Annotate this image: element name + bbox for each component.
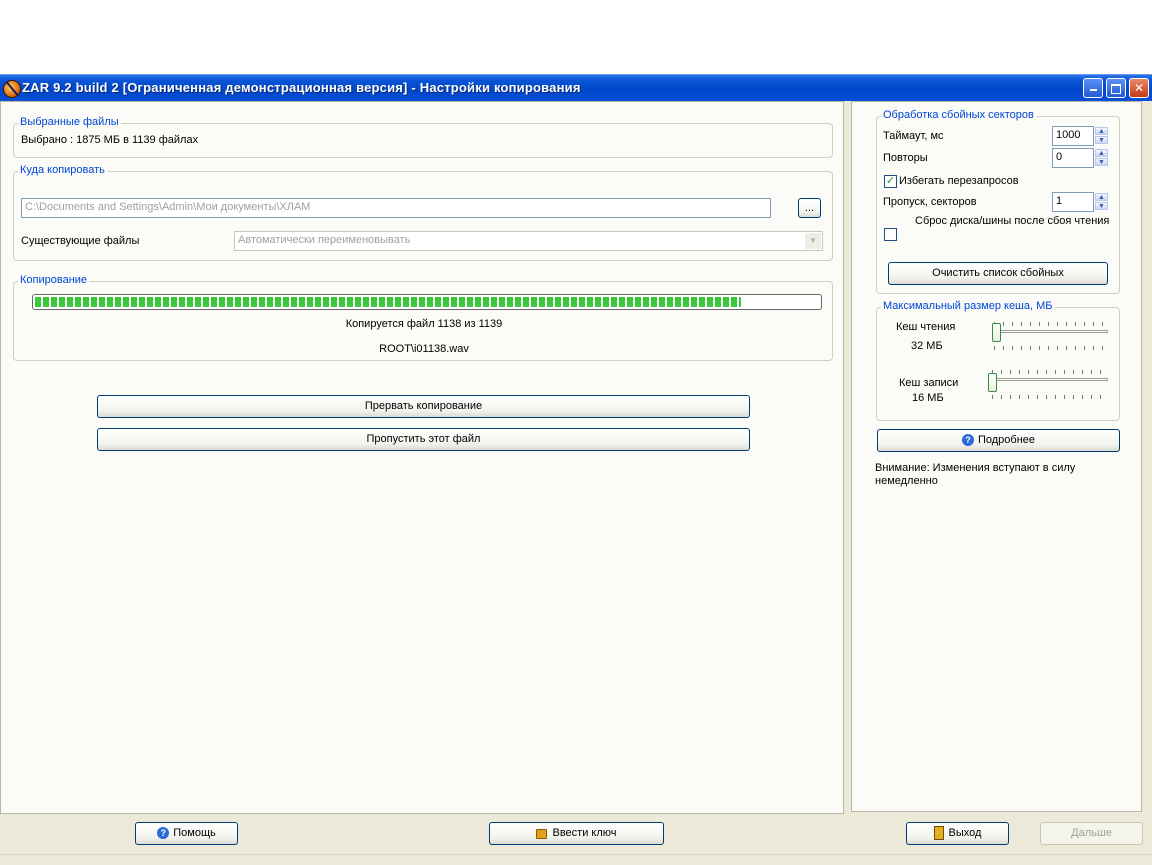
bad-sectors-group: Обработка сбойных секторов Таймаут, мс 1… xyxy=(876,109,1120,294)
restore-button[interactable] xyxy=(1106,78,1126,98)
spin-down-icon[interactable]: ▼ xyxy=(1095,136,1108,144)
retries-label: Повторы xyxy=(883,152,928,164)
clear-bad-list-button[interactable]: Очистить список сбойных xyxy=(888,262,1108,285)
copy-progress-fill xyxy=(35,297,741,307)
existing-files-label: Существующие файлы xyxy=(21,235,140,247)
exit-door-icon xyxy=(933,826,944,841)
write-cache-slider[interactable] xyxy=(988,373,997,392)
enter-key-button[interactable]: Ввести ключ xyxy=(489,822,664,845)
help-icon: ? xyxy=(961,434,974,447)
read-cache-ticks-bottom xyxy=(994,346,1110,350)
reset-bus-checkbox[interactable] xyxy=(884,228,897,241)
skip-sectors-label: Пропуск, секторов xyxy=(883,196,977,208)
reset-bus-label: Сброс диска/шины после сбоя чтения xyxy=(915,215,1110,227)
browse-button[interactable]: ... xyxy=(798,198,821,218)
read-cache-track xyxy=(992,330,1108,333)
right-panel: Обработка сбойных секторов Таймаут, мс 1… xyxy=(851,101,1142,812)
avoid-rerequests-label: Избегать перезапросов xyxy=(899,175,1019,187)
bad-sectors-group-label: Обработка сбойных секторов xyxy=(881,109,1036,121)
more-info-label: Подробнее xyxy=(977,434,1036,446)
read-cache-ticks-top xyxy=(994,322,1110,326)
skip-sectors-spinner[interactable]: ▲ ▼ xyxy=(1095,193,1108,211)
exit-label: Выход xyxy=(948,827,982,839)
spin-down-icon[interactable]: ▼ xyxy=(1095,202,1108,210)
client-area: Выбранные файлы Выбрано : 1875 МБ в 1139… xyxy=(0,101,1152,865)
notice-text: Внимание: Изменения вступают в силу неме… xyxy=(875,462,1076,487)
timeout-input[interactable]: 1000 xyxy=(1052,126,1094,146)
exit-button[interactable]: Выход xyxy=(906,822,1009,845)
read-cache-label: Кеш чтения xyxy=(896,321,956,333)
help-icon: ? xyxy=(157,827,170,840)
write-cache-label: Кеш записи xyxy=(899,377,959,389)
existing-files-select[interactable]: Автоматически переименовывать ▼ xyxy=(234,231,823,251)
help-button[interactable]: ? Помощь xyxy=(135,822,238,845)
cache-group: Максимальный размер кеша, МБ Кеш чтения … xyxy=(876,300,1120,421)
write-cache-track xyxy=(990,378,1108,381)
minimize-icon xyxy=(1089,89,1097,91)
spin-down-icon[interactable]: ▼ xyxy=(1095,158,1108,166)
window-title: ZAR 9.2 build 2 [Ограниченная демонстрац… xyxy=(22,80,581,95)
spin-up-icon[interactable]: ▲ xyxy=(1095,193,1108,201)
write-cache-value: 16 МБ xyxy=(912,392,944,404)
write-cache-ticks-bottom xyxy=(992,395,1108,399)
timeout-spinner[interactable]: ▲ ▼ xyxy=(1095,127,1108,145)
existing-files-value: Автоматически переименовывать xyxy=(238,234,411,246)
minimize-button[interactable] xyxy=(1083,78,1103,98)
status-bar xyxy=(0,854,1152,865)
left-panel: Выбранные файлы Выбрано : 1875 МБ в 1139… xyxy=(0,101,844,814)
avoid-rerequests-checkbox[interactable]: ✓ xyxy=(884,175,897,188)
lock-icon xyxy=(536,829,548,840)
copy-progress-bar xyxy=(32,294,822,310)
timeout-label: Таймаут, мс xyxy=(883,130,944,142)
skip-file-button[interactable]: Пропустить этот файл xyxy=(97,428,750,451)
next-button[interactable]: Дальше xyxy=(1040,822,1143,845)
read-cache-slider[interactable] xyxy=(992,323,1001,342)
write-cache-ticks-top xyxy=(992,370,1108,374)
destination-group-label: Куда копировать xyxy=(18,164,107,176)
spin-up-icon[interactable]: ▲ xyxy=(1095,149,1108,157)
cache-group-label: Максимальный размер кеша, МБ xyxy=(881,300,1055,312)
close-button[interactable]: ✕ xyxy=(1129,78,1149,98)
retries-input[interactable]: 0 xyxy=(1052,148,1094,168)
enter-key-label: Ввести ключ xyxy=(552,827,617,839)
abort-copy-button[interactable]: Прервать копирование xyxy=(97,395,750,418)
more-info-button[interactable]: ? Подробнее xyxy=(877,429,1120,452)
selected-files-group: Выбранные файлы Выбрано : 1875 МБ в 1139… xyxy=(13,116,833,158)
current-file: ROOT\i01138.wav xyxy=(379,343,469,355)
title-bar[interactable]: ZAR 9.2 build 2 [Ограниченная демонстрац… xyxy=(0,74,1152,101)
read-cache-value: 32 МБ xyxy=(911,340,943,352)
restore-icon xyxy=(1111,84,1121,94)
skip-sectors-input[interactable]: 1 xyxy=(1052,192,1094,212)
checkmark-icon: ✓ xyxy=(885,175,896,187)
retries-spinner[interactable]: ▲ ▼ xyxy=(1095,149,1108,167)
selected-files-group-label: Выбранные файлы xyxy=(18,116,121,128)
chevron-down-icon[interactable]: ▼ xyxy=(805,233,821,249)
app-icon[interactable] xyxy=(3,80,21,98)
destination-path-input[interactable]: C:\Documents and Settings\Admin\Мои доку… xyxy=(21,198,771,218)
help-label: Помощь xyxy=(173,827,216,839)
copy-status: Копируется файл 1138 из 1139 xyxy=(345,318,503,330)
close-icon: ✕ xyxy=(1133,81,1145,95)
destination-group: Куда копировать C:\Documents and Setting… xyxy=(13,164,833,261)
copying-group: Копирование Копируется файл 1138 из 1139… xyxy=(13,274,833,361)
spin-up-icon[interactable]: ▲ xyxy=(1095,127,1108,135)
selected-files-summary: Выбрано : 1875 МБ в 1139 файлах xyxy=(21,134,199,146)
copying-group-label: Копирование xyxy=(18,274,90,286)
